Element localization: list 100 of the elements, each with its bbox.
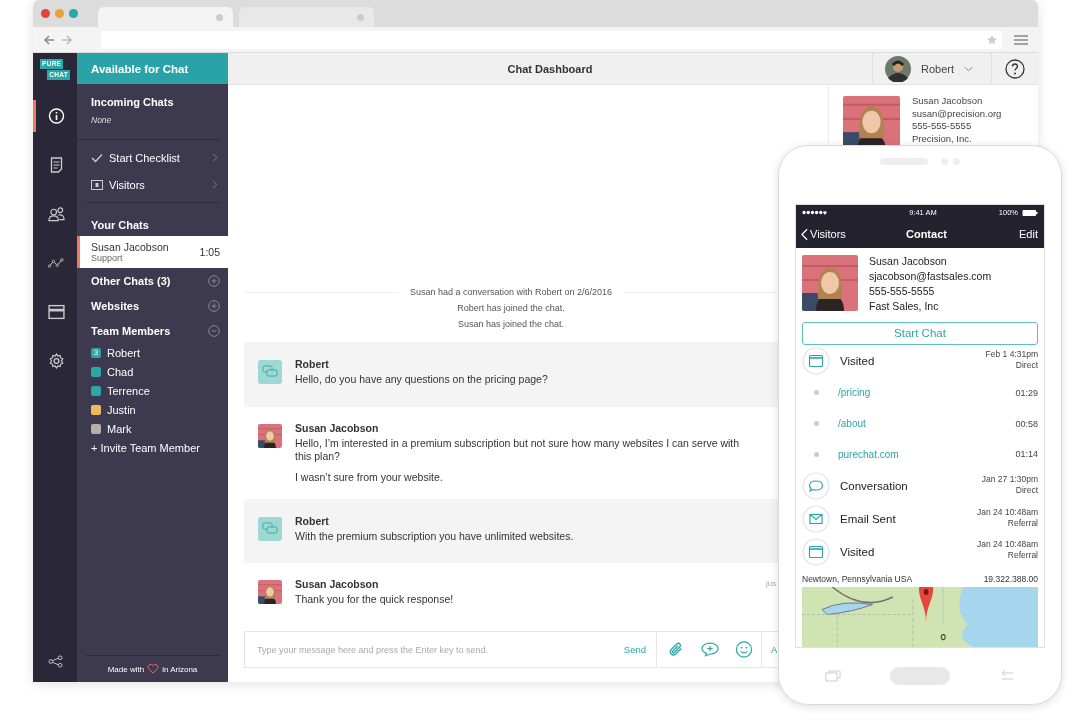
info-icon: [48, 108, 65, 124]
team-member[interactable]: Justin: [77, 400, 228, 419]
activity-title: Conversation: [840, 480, 909, 493]
chevron-icon: [212, 180, 218, 189]
team-member[interactable]: Chad: [77, 362, 228, 381]
menu-icon[interactable]: [1014, 34, 1028, 45]
chat-department: Support: [91, 253, 124, 263]
visit-duration: 01:29: [1015, 387, 1038, 398]
team-member[interactable]: 3 Robert: [77, 343, 228, 362]
user-menu[interactable]: Robert: [871, 53, 991, 84]
page-title: Chat Dashboard: [506, 62, 594, 75]
return-icon[interactable]: [999, 670, 1015, 682]
activity-date: Jan 24 10:48am: [977, 539, 1038, 551]
message-text: Thank you for the quick response!: [295, 593, 455, 607]
browser-window-icon: [802, 347, 830, 376]
chevron-icon: [212, 153, 218, 162]
activity-title: Email Sent: [840, 512, 897, 525]
maximize-dot[interactable]: [69, 9, 78, 18]
count-badge: 3: [91, 347, 101, 358]
back-button[interactable]: Visitors: [801, 227, 846, 241]
line-graph-icon: [48, 255, 65, 271]
document-icon: [48, 157, 65, 173]
minimize-dot[interactable]: [55, 9, 64, 18]
avatar-icon: [884, 55, 911, 82]
chat-bubbles-icon: [258, 516, 282, 541]
ip-address: 19.322.388.00: [983, 574, 1038, 584]
card-icon: [48, 304, 65, 320]
chat-event: Susan has joined the chat.: [457, 319, 565, 330]
screen-title: Contact: [904, 228, 948, 240]
contact-email: susan@precision.org: [912, 107, 1002, 121]
activity-source: Direct: [1015, 484, 1038, 496]
chat-event: Susan had a conversation with Robert on 2/6/2016: [409, 287, 613, 298]
invite-link[interactable]: + Invite Team Member: [77, 438, 228, 457]
section-title: Your Chats: [90, 218, 150, 233]
message-text: Hello, I’m interested in a premium subscription but not sure how many websites I can serve with this plan?: [295, 436, 741, 465]
team-member[interactable]: Terrence: [77, 381, 228, 400]
close-dot[interactable]: [41, 9, 50, 18]
visit-duration: 00:58: [1015, 418, 1038, 429]
chat-bubbles-icon: [258, 360, 282, 385]
activity-date: Feb 1 4:31pm: [985, 348, 1038, 360]
footer-text: Made with: [107, 664, 145, 674]
dot-icon: [814, 451, 819, 457]
address-field[interactable]: [101, 30, 1002, 49]
back-chevron-icon: [801, 227, 808, 241]
message-time: jus: [766, 579, 777, 589]
heart-icon: [147, 664, 160, 674]
speech-bubble-icon: [802, 472, 830, 501]
envelope-icon: [802, 504, 830, 533]
emoji-icon[interactable]: [735, 641, 753, 658]
location-text: Newtown, Pennsylvania USA: [802, 574, 913, 584]
section-header[interactable]: Team Members: [77, 318, 228, 343]
sidebar-link[interactable]: Start Checklist: [85, 144, 220, 171]
activity-source: Direct: [1015, 359, 1038, 371]
chevron-icon: [964, 65, 973, 72]
activity-title: Visited: [840, 545, 876, 558]
sender-name: Susan Jacobson: [295, 421, 380, 434]
forward-icon[interactable]: [61, 34, 73, 45]
back-icon[interactable]: [43, 34, 55, 45]
sender-name: Robert: [295, 358, 330, 371]
expand-icon[interactable]: [208, 274, 220, 287]
message-input[interactable]: Type your message here and press the Enter key to send.: [245, 644, 614, 655]
edit-button[interactable]: Edit: [1019, 228, 1038, 240]
message-text: I wasn’t sure from your website.: [295, 471, 444, 485]
message-text: With the premium subscription you have unlimited websites.: [295, 529, 575, 544]
sidebar-link[interactable]: Visitors: [85, 171, 220, 198]
check-icon: [91, 152, 103, 163]
contact-company: Precision, Inc.: [912, 133, 973, 146]
expand-icon[interactable]: [208, 299, 220, 312]
visit-duration: 01:14: [1015, 449, 1038, 460]
dot-icon: [814, 421, 819, 427]
chat-event: Robert has joined the chat.: [457, 303, 565, 314]
chat-name: Susan Jacobson: [91, 241, 170, 253]
activity-date: Jan 27 1:30pm: [981, 473, 1038, 485]
team-member[interactable]: Mark: [77, 419, 228, 438]
contact-phone: 555-555-5555: [869, 284, 936, 299]
contact-email: sjacobson@fastsales.com: [869, 269, 992, 284]
section-title: Incoming Chats: [91, 96, 175, 108]
contact-phone: 555-555-5555: [912, 120, 973, 134]
footer-text: in Arizona: [162, 664, 198, 674]
help-icon[interactable]: [1005, 58, 1025, 79]
activity-date: Jan 24 10:48am: [977, 506, 1038, 518]
section-header[interactable]: Other Chats (3): [77, 268, 228, 293]
chat-item[interactable]: Susan Jacobson Support 1:05: [77, 236, 228, 268]
settings-icon: [48, 353, 65, 369]
empty-note: None: [91, 115, 113, 125]
contact-name: Susan Jacobson: [869, 254, 948, 269]
star-icon[interactable]: [987, 34, 997, 45]
signal-icon: [802, 210, 827, 215]
activity-source: Referral: [1007, 550, 1038, 562]
sender-name: Robert: [295, 514, 330, 527]
contact-company: Fast Sales, Inc: [869, 299, 940, 314]
chat-time: 1:05: [199, 246, 220, 258]
add-comment-icon[interactable]: [701, 641, 719, 658]
share-icon[interactable]: [47, 655, 63, 668]
collapse-icon[interactable]: [208, 324, 220, 337]
activity-title: Visited: [840, 355, 876, 368]
dot-icon: [814, 390, 819, 396]
section-header[interactable]: Websites: [77, 293, 228, 318]
browser-window-icon: [802, 537, 830, 566]
contact-name: Susan Jacobson: [912, 95, 984, 108]
